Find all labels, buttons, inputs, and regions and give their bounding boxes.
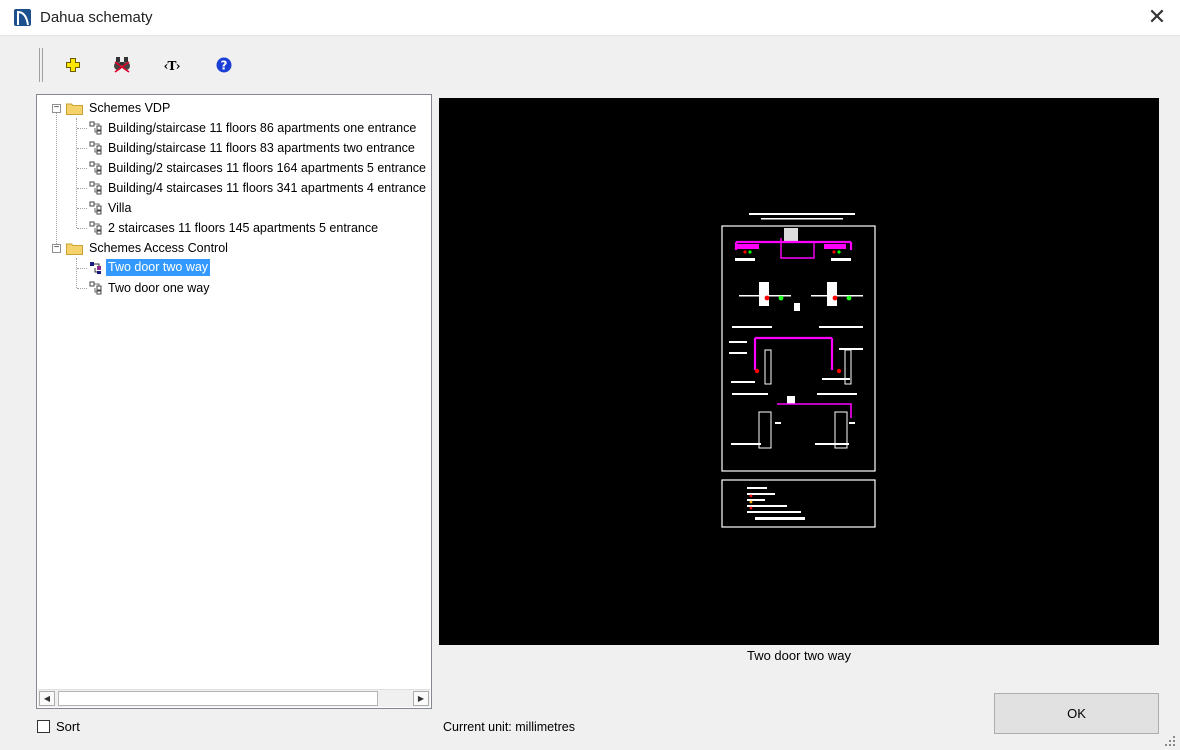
tree-group-schemes-access-control[interactable]: − Schemes Access Control [37, 238, 427, 258]
tree-item[interactable]: Villa [37, 198, 431, 218]
find-button[interactable] [111, 54, 135, 78]
help-button[interactable]: ? [212, 54, 236, 78]
scheme-node-icon-selected [90, 262, 101, 274]
tree-item-label: Building/4 staircases 11 floors 341 apar… [108, 181, 427, 195]
tree-item-label: Two door two way [106, 259, 211, 276]
scheme-node-icon [89, 221, 102, 235]
tree-connector [77, 168, 87, 169]
scroll-left-button[interactable]: ◀ [39, 691, 55, 706]
binoculars-find-icon [114, 57, 130, 73]
title-bar: Dahua schematy ✕ [0, 0, 1180, 36]
collapse-toggle[interactable]: − [52, 103, 61, 113]
scheme-node-icon [89, 281, 102, 295]
preview-caption: Two door two way [746, 648, 852, 663]
tree-connector [77, 148, 87, 149]
scheme-node-icon [89, 201, 102, 215]
tree-item[interactable]: 2 staircases 11 floors 145 apartments 5 … [37, 218, 431, 238]
tree-item[interactable]: Two door one way [37, 278, 431, 298]
scroll-right-button[interactable]: ▶ [413, 691, 429, 706]
tree-item[interactable]: Building/2 staircases 11 floors 164 apar… [37, 158, 431, 178]
help-icon: ? [216, 57, 232, 73]
window-title: Dahua schematy [40, 9, 153, 26]
tree-connector [77, 128, 87, 129]
scheme-node-icon [89, 161, 102, 175]
tree-item[interactable]: Building/staircase 11 floors 86 apartmen… [37, 118, 431, 138]
close-button[interactable]: ✕ [1134, 0, 1180, 36]
tree-item-label: Building/2 staircases 11 floors 164 apar… [108, 161, 427, 175]
scroll-thumb[interactable] [58, 691, 378, 706]
tree-connector [77, 208, 87, 209]
tree-item[interactable]: Building/4 staircases 11 floors 341 apar… [37, 178, 431, 198]
scheme-drawing-thumbnail [721, 213, 876, 528]
tree-item-label: Building/staircase 11 floors 83 apartmen… [108, 141, 415, 155]
scheme-node-icon [89, 141, 102, 155]
tree-item[interactable]: Building/staircase 11 floors 83 apartmen… [37, 138, 431, 158]
toolbar-grip[interactable] [39, 48, 43, 82]
current-unit-label: Current unit: millimetres [443, 720, 575, 734]
add-plus-icon [66, 58, 80, 72]
horizontal-scrollbar[interactable]: ◀ ▶ [38, 689, 430, 707]
folder-icon [66, 103, 83, 115]
text-tool-icon: ‹T› [163, 59, 181, 73]
text-tool-button[interactable]: ‹T› [160, 54, 184, 78]
tree-group-label: Schemes VDP [89, 101, 171, 115]
app-logo-icon [14, 9, 31, 26]
scheme-node-icon [89, 181, 102, 195]
resize-grip-icon[interactable] [1164, 735, 1176, 747]
folder-icon [66, 243, 83, 255]
tree-connector [77, 188, 87, 189]
scheme-preview [439, 98, 1159, 645]
tree-item-label: Villa [108, 201, 132, 215]
collapse-toggle[interactable]: − [52, 243, 61, 253]
tree-group-schemes-vdp[interactable]: − Schemes VDP [37, 98, 427, 118]
tree-item-selected[interactable]: Two door two way [37, 258, 431, 278]
tree-group-label: Schemes Access Control [89, 241, 228, 255]
tree-connector [77, 268, 87, 269]
tree-item-label: 2 staircases 11 floors 145 apartments 5 … [108, 221, 379, 235]
tree-connector [77, 228, 87, 229]
add-button[interactable] [61, 54, 85, 78]
svg-text:?: ? [221, 59, 228, 73]
ok-button[interactable]: OK [994, 693, 1159, 734]
scheme-tree[interactable]: − Schemes VDP Building/staircase 11 floo… [36, 94, 432, 709]
scheme-node-icon [89, 121, 102, 135]
toolbar: ‹T› ? [0, 36, 1180, 94]
sort-checkbox-box[interactable] [37, 720, 50, 733]
tree-connector [77, 288, 87, 289]
tree-item-label: Building/staircase 11 floors 86 apartmen… [108, 121, 417, 135]
sort-label: Sort [56, 719, 80, 734]
tree-item-label: Two door one way [108, 281, 210, 295]
